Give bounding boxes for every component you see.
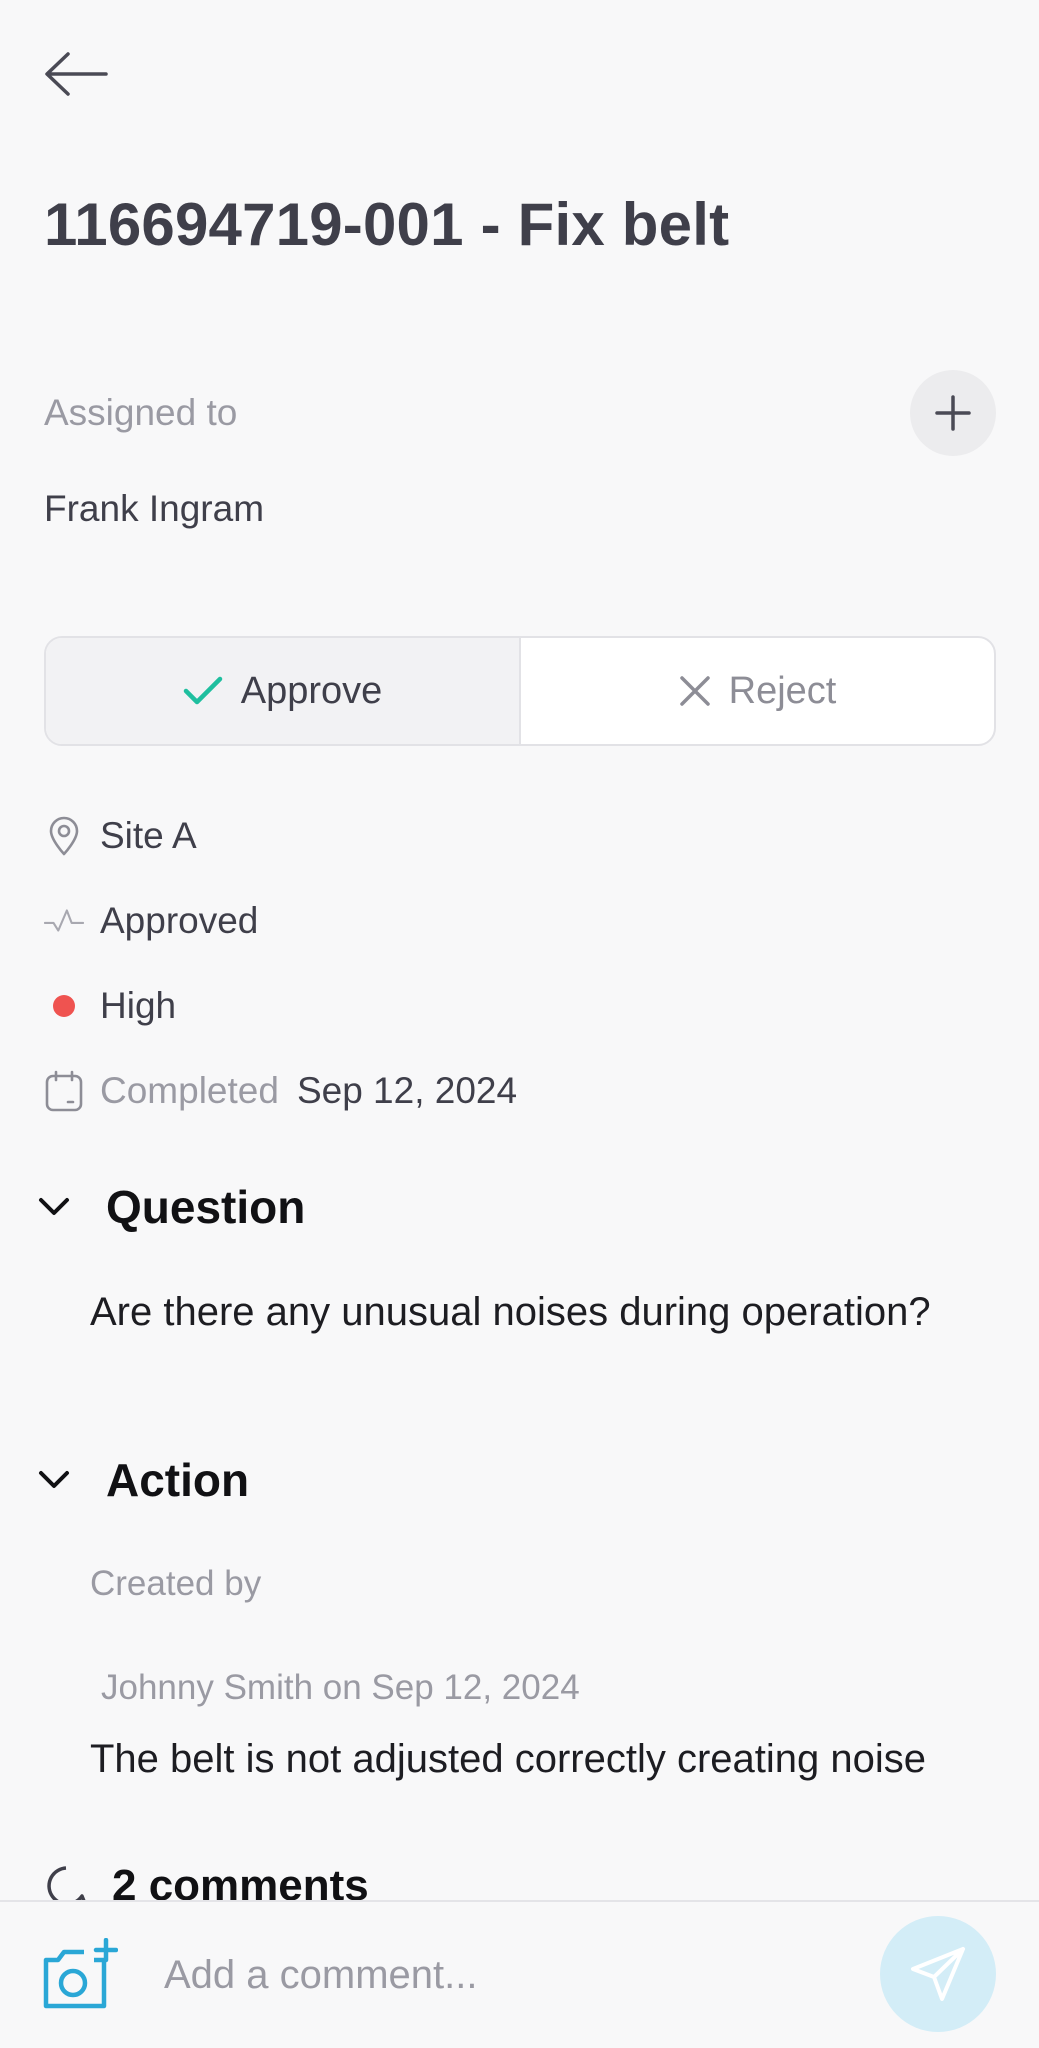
creator-info: Johnny Smith on Sep 12, 2024 [101, 1668, 580, 1707]
approve-button[interactable]: Approve [46, 638, 521, 744]
calendar-icon [44, 1069, 84, 1113]
back-button[interactable] [44, 42, 128, 106]
action-section-title: Action [106, 1454, 250, 1506]
add-assignee-button[interactable] [910, 370, 996, 456]
activity-icon [44, 899, 84, 943]
close-icon [679, 676, 710, 706]
location-pin-icon [44, 814, 84, 858]
question-text: Are there any unusual noises during oper… [90, 1290, 931, 1334]
assignee-name: Frank Ingram [44, 488, 265, 529]
created-by-label: Created by [90, 1564, 262, 1603]
location-row: Site A [44, 806, 197, 866]
check-icon [183, 676, 222, 705]
chevron-down-icon [34, 1187, 74, 1227]
status-value: Approved [100, 900, 259, 941]
plus-icon [935, 395, 971, 431]
status-row: Approved [44, 891, 258, 951]
question-section-toggle[interactable]: Question [34, 1180, 305, 1234]
reject-button[interactable]: Reject [521, 638, 994, 744]
completed-label: Completed [100, 1070, 279, 1111]
chevron-down-icon [34, 1460, 74, 1500]
comment-composer [0, 1900, 1039, 2048]
approval-toggle: Approve Reject [44, 636, 996, 746]
add-photo-icon [43, 1937, 119, 2009]
send-button[interactable] [880, 1916, 996, 2032]
assigned-to-label: Assigned to [44, 392, 238, 433]
action-text: The belt is not adjusted correctly creat… [90, 1737, 926, 1781]
page-title: 116694719-001 - Fix belt [44, 191, 730, 258]
add-photo-button[interactable] [42, 1937, 119, 2014]
arrow-left-icon [45, 52, 108, 96]
comment-input[interactable] [152, 1932, 876, 2018]
approve-label: Approve [240, 669, 383, 712]
reject-label: Reject [728, 669, 837, 712]
action-section-toggle[interactable]: Action [34, 1453, 249, 1507]
priority-dot-icon [44, 984, 84, 1028]
priority-value: High [100, 985, 177, 1026]
completed-date: Sep 12, 2024 [296, 1070, 518, 1111]
task-detail-screen: 116694719-001 - Fix belt Assigned to Fra… [0, 0, 1039, 2048]
location-value: Site A [100, 815, 197, 856]
completed-row: Completed Sep 12, 2024 [44, 1061, 517, 1121]
priority-row: High [44, 976, 176, 1036]
send-icon [911, 1947, 965, 2001]
question-section-title: Question [106, 1181, 306, 1233]
